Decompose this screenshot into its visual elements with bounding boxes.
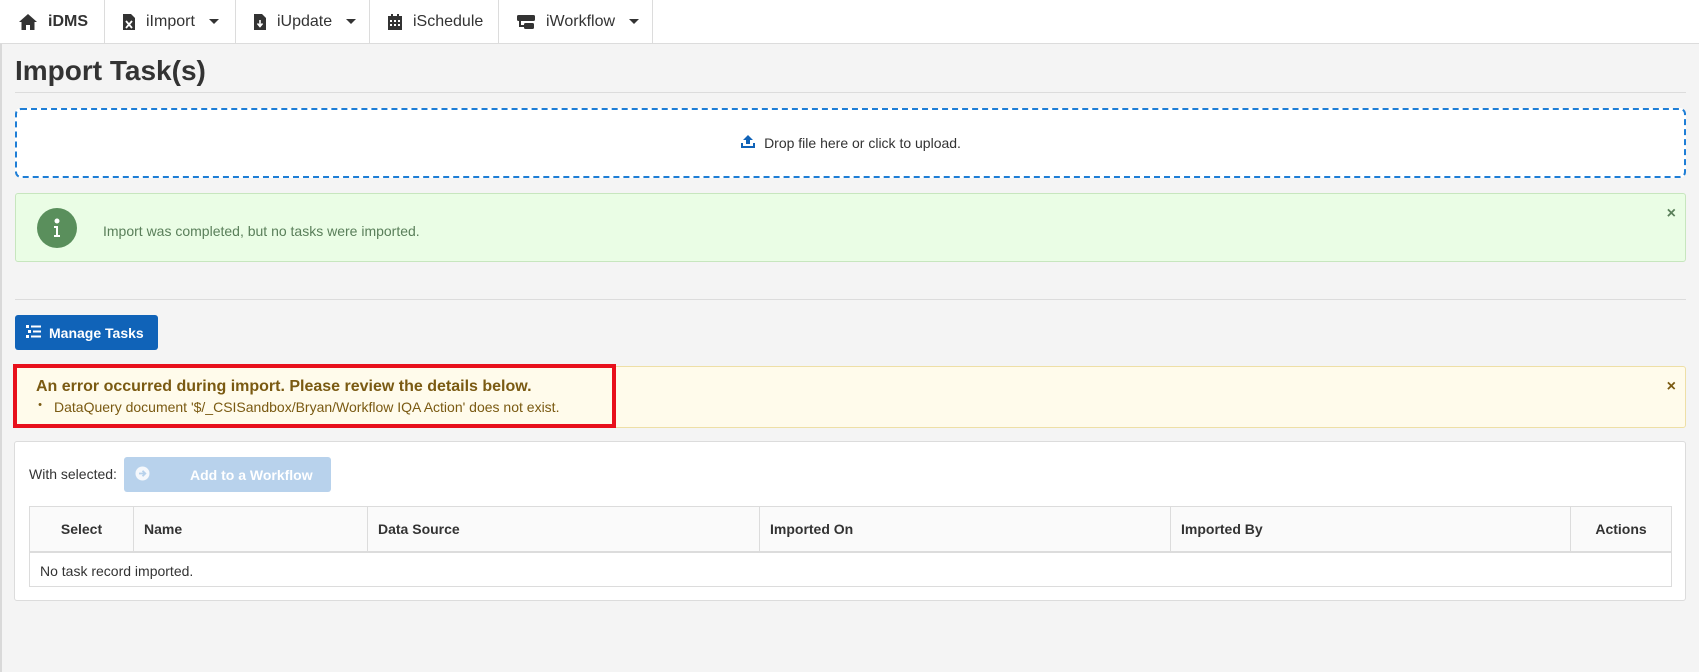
bullet: •: [38, 399, 42, 411]
table-header: Select Name Data Source Imported On Impo…: [30, 507, 1671, 553]
nav-item-label: iSchedule: [413, 12, 484, 30]
column-header-imported-on[interactable]: Imported On: [760, 507, 1171, 551]
info-icon: [37, 208, 77, 248]
nav-item-label: iWorkflow: [546, 12, 616, 30]
with-selected-label: With selected:: [29, 466, 117, 482]
add-to-workflow-button[interactable]: Add to a Workflow: [124, 457, 331, 492]
nav-item-label: iImport: [146, 12, 195, 30]
nav-item-iworkflow[interactable]: iWorkflow: [499, 0, 653, 43]
page-title: Import Task(s): [15, 55, 206, 86]
nav-item-label: iDMS: [48, 12, 88, 30]
arrow-circle-right-icon: [135, 466, 150, 484]
empty-table-message: No task record imported.: [40, 563, 194, 579]
list-icon: [26, 324, 41, 341]
error-list: • DataQuery document '$/_CSISandbox/Brya…: [36, 399, 559, 415]
nav-item-label: iUpdate: [277, 12, 333, 30]
error-detail: DataQuery document '$/_CSISandbox/Bryan/…: [54, 399, 560, 415]
chevron-down-icon: [208, 19, 219, 24]
close-icon[interactable]: ×: [1667, 206, 1676, 222]
upload-label: Drop file here or click to upload.: [764, 135, 961, 151]
alert-message: Import was completed, but no tasks were …: [103, 223, 420, 239]
chevron-down-icon: [346, 19, 357, 24]
button-label: Add to a Workflow: [190, 466, 313, 483]
upload-icon: [740, 134, 756, 152]
success-alert: Import was completed, but no tasks were …: [15, 193, 1686, 262]
close-icon[interactable]: ×: [1667, 379, 1676, 395]
tasks-table: Select Name Data Source Imported On Impo…: [29, 506, 1672, 587]
manage-tasks-button[interactable]: Manage Tasks: [15, 315, 158, 350]
workflow-icon: [516, 14, 536, 30]
column-header-data-source[interactable]: Data Source: [368, 507, 760, 551]
column-header-select[interactable]: Select: [30, 507, 134, 551]
divider: [15, 299, 1686, 300]
column-header-name[interactable]: Name: [134, 507, 368, 551]
chevron-down-icon: [629, 19, 640, 24]
divider: [15, 92, 1686, 93]
nav-item-ischedule[interactable]: iSchedule: [370, 0, 499, 43]
error-title: An error occurred during import. Please …: [36, 378, 532, 395]
left-border: [0, 0, 2, 672]
file-download-icon: [253, 13, 267, 31]
column-header-imported-by[interactable]: Imported By: [1171, 507, 1571, 551]
top-navigation: iDMS iImport iUpdate iSchedule iWorkflow: [0, 0, 1699, 44]
column-header-actions: Actions: [1595, 521, 1647, 537]
error-alert: An error occurred during import. Please …: [15, 366, 1686, 428]
nav-item-iupdate[interactable]: iUpdate: [236, 0, 370, 43]
calendar-icon: [387, 13, 403, 31]
tasks-panel: With selected: Add to a Workflow Select …: [14, 441, 1686, 601]
file-upload-dropzone[interactable]: Drop file here or click to upload.: [15, 108, 1686, 178]
nav-item-idms[interactable]: iDMS: [0, 0, 105, 43]
home-icon: [18, 13, 38, 31]
button-label: Manage Tasks: [49, 324, 144, 341]
nav-item-iimport[interactable]: iImport: [105, 0, 236, 43]
excel-file-icon: [122, 13, 136, 31]
